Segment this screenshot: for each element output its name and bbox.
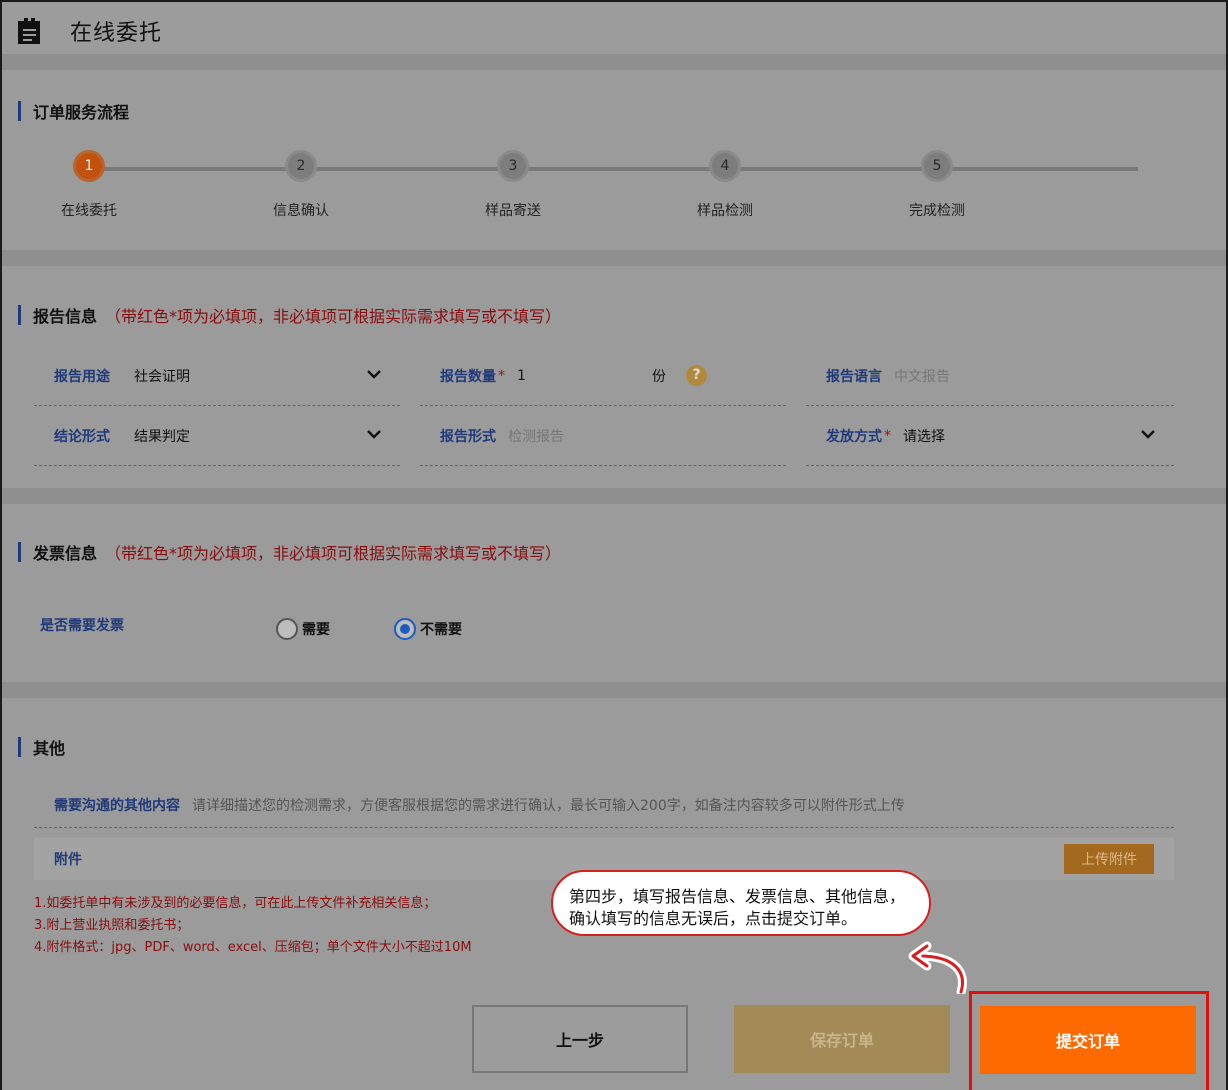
required-mark: * — [498, 367, 505, 384]
report-usage-select[interactable]: 报告用途 社会证明 — [34, 346, 400, 406]
invoice-section-title: 发票信息 （带红色*项为必填项，非必填项可根据实际需求填写或不填写） — [18, 540, 561, 564]
report-section-title: 报告信息 （带红色*项为必填项，非必填项可根据实际需求填写或不填写） — [18, 303, 561, 327]
title-accent-bar — [18, 737, 21, 757]
section-gap — [2, 488, 1226, 504]
field-placeholder: 检测报告 — [508, 428, 564, 445]
title-accent-bar — [18, 101, 21, 121]
previous-step-button[interactable]: 上一步 — [472, 1005, 688, 1073]
step-label: 完成检测 — [909, 203, 965, 219]
help-icon[interactable]: ? — [686, 365, 707, 386]
step-label: 样品寄送 — [485, 203, 541, 219]
other-title-text: 其他 — [33, 739, 66, 758]
note-line: 4.附件格式：jpg、PDF、word、excel、压缩包；单个文件大小不超过1… — [34, 940, 472, 955]
flow-section — [2, 70, 1226, 250]
page-header: 在线委托 — [2, 2, 1226, 54]
radio-button[interactable] — [276, 618, 298, 640]
delivery-method-select[interactable]: 发放方式 * 请选择 — [806, 406, 1174, 466]
other-content-input[interactable]: 需要沟通的其他内容 请详细描述您的检测需求，方便客服根据您的需求进行确认，最长可… — [34, 782, 1174, 828]
radio-label: 需要 — [302, 622, 330, 638]
report-title-text: 报告信息 — [33, 307, 98, 326]
step-label: 在线委托 — [61, 203, 117, 219]
invoice-option-no[interactable]: 不需要 — [394, 618, 462, 640]
flow-section-title: 订单服务流程 — [18, 99, 129, 123]
page-title: 在线委托 — [70, 21, 163, 46]
report-form-field[interactable]: 报告形式 检测报告 — [420, 406, 786, 466]
invoice-section — [2, 504, 1226, 682]
conclusion-form-select[interactable]: 结论形式 结果判定 — [34, 406, 400, 466]
title-accent-bar — [18, 305, 21, 325]
invoice-title-text: 发票信息 — [33, 544, 98, 563]
section-gap — [2, 250, 1226, 266]
invoice-question-label: 是否需要发票 — [40, 618, 124, 634]
curved-arrow-icon — [908, 941, 967, 994]
chevron-down-icon — [367, 430, 381, 439]
note-line: 3.附上营业执照和委托书； — [34, 918, 190, 933]
step-number: 2 — [285, 150, 317, 182]
note-line: 1.如委托单中有未涉及到的必要信息，可在此上传文件补充相关信息； — [34, 896, 437, 911]
field-label: 报告形式 — [440, 428, 496, 445]
field-placeholder: 中文报告 — [894, 368, 950, 385]
section-gap — [2, 54, 1226, 70]
count-unit: 份 — [652, 368, 666, 385]
step-5: 5 完成检测 — [877, 150, 997, 220]
field-placeholder: 请详细描述您的检测需求，方便客服根据您的需求进行确认，最长可输入200字，如备注… — [192, 797, 905, 814]
step-4: 4 样品检测 — [665, 150, 785, 220]
attachment-label: 附件 — [54, 852, 82, 868]
step-number: 3 — [497, 150, 529, 182]
instruction-callout: 第四步，填写报告信息、发票信息、其他信息，确认填写的信息无误后，点击提交订单。 — [551, 870, 931, 936]
step-3: 3 样品寄送 — [453, 150, 573, 220]
save-order-button[interactable]: 保存订单 — [734, 1005, 950, 1073]
chevron-down-icon — [1141, 430, 1155, 439]
field-label: 发放方式 — [826, 428, 882, 445]
required-mark: * — [884, 427, 891, 444]
field-label: 需要沟通的其他内容 — [54, 797, 180, 814]
field-label: 报告用途 — [54, 368, 110, 385]
step-number: 1 — [73, 150, 105, 182]
required-note: （带红色*项为必填项，非必填项可根据实际需求填写或不填写） — [105, 544, 562, 563]
step-label: 信息确认 — [273, 203, 329, 219]
other-section-title: 其他 — [18, 735, 65, 759]
radio-button-checked[interactable] — [394, 618, 416, 640]
field-value: 请选择 — [903, 428, 945, 445]
attachment-notes: 1.如委托单中有未涉及到的必要信息，可在此上传文件补充相关信息； 3.附上营业执… — [34, 893, 472, 959]
flow-title-text: 订单服务流程 — [33, 103, 130, 122]
field-label: 报告语言 — [826, 368, 882, 385]
radio-label: 不需要 — [420, 622, 462, 638]
required-note: （带红色*项为必填项，非必填项可根据实际需求填写或不填写） — [105, 307, 562, 326]
field-label: 结论形式 — [54, 428, 110, 445]
step-2: 2 信息确认 — [241, 150, 361, 220]
report-language-field[interactable]: 报告语言 中文报告 — [806, 346, 1174, 406]
submit-highlight-box — [969, 991, 1209, 1090]
report-count-field[interactable]: 报告数量 * 1 份 ? — [420, 346, 786, 406]
step-1: 1 在线委托 — [29, 150, 149, 220]
field-value: 社会证明 — [134, 368, 190, 385]
step-number: 5 — [921, 150, 953, 182]
chevron-down-icon — [367, 370, 381, 379]
field-label: 报告数量 — [440, 368, 496, 385]
field-value: 结果判定 — [134, 428, 190, 445]
clipboard-icon — [18, 18, 40, 44]
invoice-option-yes[interactable]: 需要 — [276, 618, 330, 640]
field-value: 1 — [517, 367, 526, 384]
title-accent-bar — [18, 542, 21, 562]
step-number: 4 — [709, 150, 741, 182]
upload-attachment-button[interactable]: 上传附件 — [1064, 844, 1154, 874]
step-label: 样品检测 — [697, 203, 753, 219]
section-gap — [2, 682, 1226, 698]
